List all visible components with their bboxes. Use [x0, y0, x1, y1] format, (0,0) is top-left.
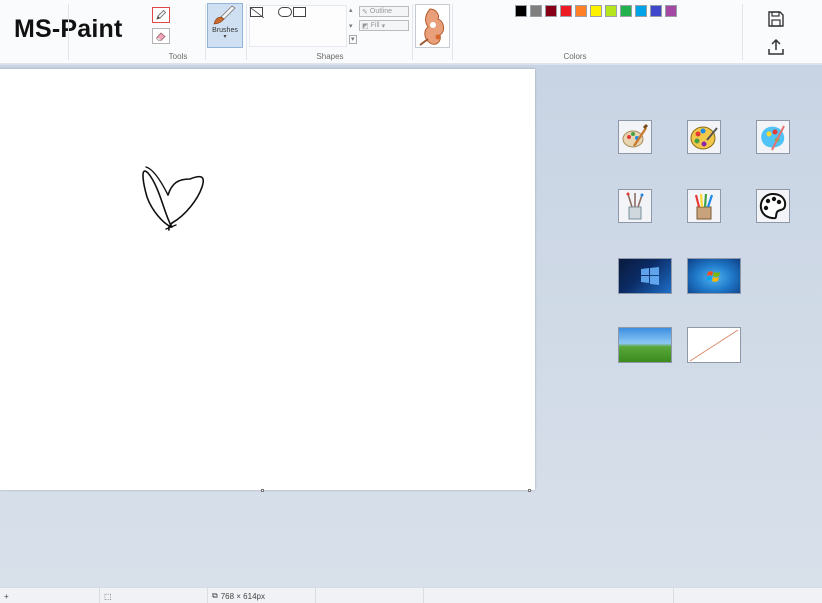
- windows-7-wallpaper[interactable]: [687, 258, 741, 294]
- ribbon-separator: [68, 4, 69, 60]
- windows-10-wallpaper[interactable]: [618, 258, 672, 294]
- save-button[interactable]: [764, 7, 788, 31]
- cursor-position: +: [0, 588, 100, 603]
- eraser-tool-button[interactable]: [152, 28, 170, 44]
- scroll-down-icon[interactable]: ▾: [349, 22, 353, 30]
- rectangle-shape-icon[interactable]: [250, 7, 264, 18]
- chevron-down-icon: ▾: [223, 34, 227, 40]
- paint-splash-app-icon[interactable]: [756, 120, 790, 154]
- color-swatch-green[interactable]: [620, 5, 632, 17]
- palette-app-icon[interactable]: [687, 120, 721, 154]
- scroll-up-icon[interactable]: ▴: [349, 6, 353, 14]
- fill-label: Fill: [370, 22, 380, 29]
- drawing-canvas[interactable]: [0, 69, 535, 490]
- canvas-size: ⧉ 768 × 614px: [208, 588, 316, 603]
- pencil-tool-button[interactable]: [152, 7, 170, 23]
- paint-splash-icon: [761, 125, 785, 151]
- color-swatch-dark-red[interactable]: [545, 5, 557, 17]
- ellipse-shape-icon[interactable]: [278, 7, 292, 17]
- ribbon-separator: [205, 4, 206, 60]
- eraser-icon: [155, 32, 166, 41]
- palette-icon: [690, 126, 718, 150]
- canvas-workspace: [0, 65, 822, 587]
- crosshair-icon: +: [4, 591, 9, 601]
- status-cell: [424, 588, 674, 603]
- resize-handle-corner[interactable]: [528, 489, 531, 492]
- color-swatch-lime[interactable]: [605, 5, 617, 17]
- crayon-cup-app-icon[interactable]: [687, 189, 721, 223]
- paint-brush-icon: [622, 123, 649, 148]
- color-swatch-turquoise[interactable]: [635, 5, 647, 17]
- selection-size: ⬚: [100, 588, 208, 603]
- color-swatch-gray[interactable]: [530, 5, 542, 17]
- share-button[interactable]: [764, 35, 788, 59]
- canvas-size-label: 768 × 614px: [220, 591, 265, 601]
- paint-app: MS-Paint Tools Brushes ▾ ▴ ▾ ▾ ✎ Outline…: [0, 0, 822, 603]
- brushes-button[interactable]: Brushes ▾: [207, 3, 243, 48]
- gallery-expand-icon[interactable]: ▾: [349, 35, 357, 44]
- ribbon: MS-Paint Tools Brushes ▾ ▴ ▾ ▾ ✎ Outline…: [0, 0, 822, 64]
- blank-canvas-thumbnail[interactable]: [687, 327, 741, 363]
- heart-drawing: [142, 166, 205, 231]
- windows-logo-icon: [641, 267, 659, 285]
- crayon-cup-icon: [694, 193, 714, 220]
- save-icon: [768, 11, 784, 27]
- color-swatch-orange[interactable]: [575, 5, 587, 17]
- status-bar: + ⬚ ⧉ 768 × 614px: [0, 587, 822, 603]
- paint-splash-icon: [419, 8, 445, 46]
- art-palette-icon: [759, 192, 787, 220]
- ribbon-separator: [246, 4, 247, 60]
- brush-cup-icon: [626, 192, 644, 220]
- brush-cup-app-icon[interactable]: [618, 189, 652, 223]
- color-swatch-black[interactable]: [515, 5, 527, 17]
- fill-button[interactable]: ◩ Fill ▾: [359, 20, 409, 31]
- outline-icon: ✎: [362, 8, 368, 16]
- pencil-icon: [156, 9, 167, 20]
- paint-brush-app-icon[interactable]: [618, 120, 652, 154]
- fill-bucket-icon: ◩: [362, 22, 369, 30]
- resize-handle-bottom[interactable]: [261, 489, 264, 492]
- color-swatch-purple[interactable]: [665, 5, 677, 17]
- brush-icon: [213, 5, 236, 25]
- outline-label: Outline: [369, 8, 393, 15]
- color-swatch-indigo[interactable]: [650, 5, 662, 17]
- status-cell: [316, 588, 424, 603]
- color-swatch-yellow[interactable]: [590, 5, 602, 17]
- selection-icon: ⬚: [104, 591, 112, 601]
- rounded-rectangle-shape-icon[interactable]: [293, 7, 306, 17]
- windows-xp-bliss-wallpaper[interactable]: [618, 327, 672, 363]
- tools-group-label: Tools: [168, 52, 188, 61]
- ribbon-separator: [412, 4, 413, 60]
- edit-colors-button[interactable]: [415, 4, 450, 48]
- upload-icon: [768, 38, 784, 55]
- art-palette-app-icon[interactable]: [756, 189, 790, 223]
- color-swatch-red[interactable]: [560, 5, 572, 17]
- outline-button[interactable]: ✎ Outline: [359, 6, 409, 17]
- shapes-group-label: Shapes: [316, 52, 344, 61]
- line-preview-icon: [689, 329, 739, 362]
- colors-group-label: Colors: [563, 52, 587, 61]
- windows-flag-icon: [706, 271, 720, 282]
- chevron-down-icon: ▾: [381, 22, 386, 30]
- brushes-label: Brushes: [212, 27, 238, 34]
- canvas-size-icon: ⧉: [212, 591, 218, 600]
- ribbon-separator: [452, 4, 453, 60]
- ribbon-separator: [742, 4, 743, 60]
